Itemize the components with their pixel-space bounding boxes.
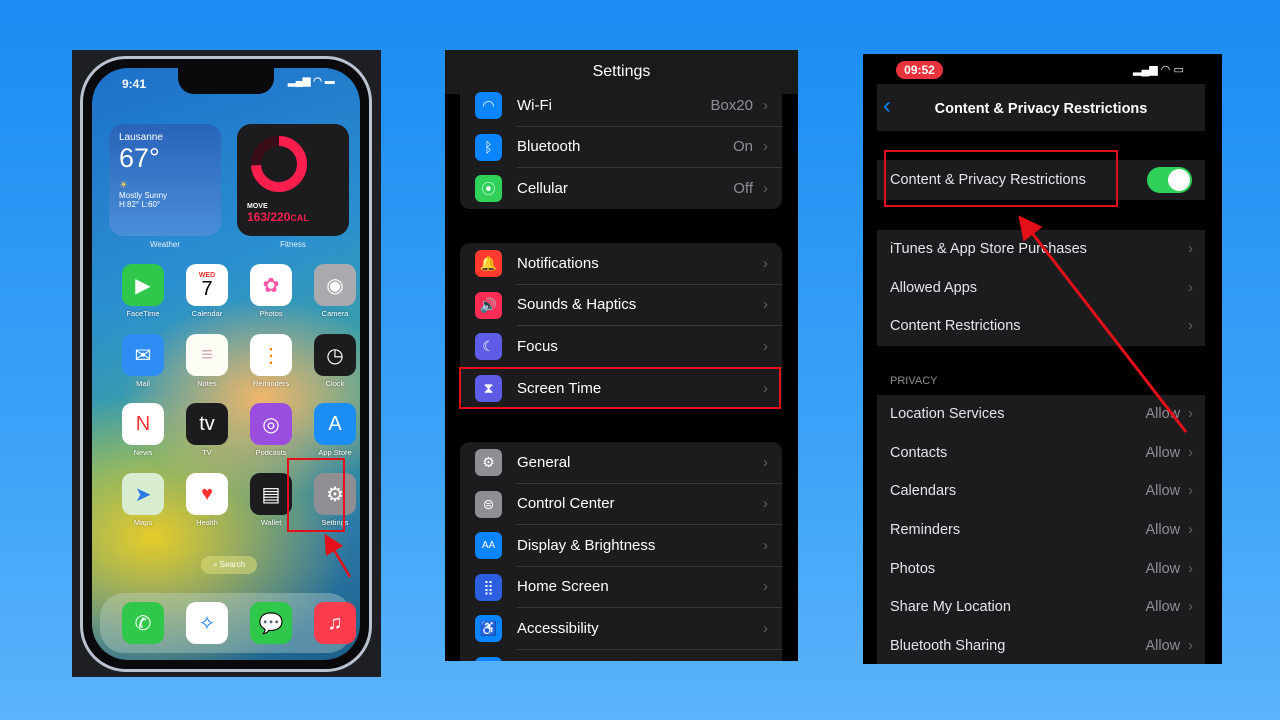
- annotation-arrows-2: [1018, 215, 1188, 433]
- arrow-to-toggle: [1018, 215, 1188, 433]
